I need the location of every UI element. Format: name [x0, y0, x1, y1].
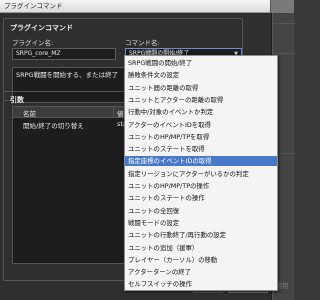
arguments-title: 引数: [10, 96, 24, 104]
window-edge: [270, 0, 294, 13]
dropdown-item[interactable]: ユニットのHP/MP/TPを取得: [125, 132, 277, 142]
plugin-name-value: SRPG_core_MZ: [16, 50, 61, 57]
group-title: プラグインコマンド: [10, 24, 73, 32]
arguments-table[interactable]: 名前 値 開始/終了の切り替え sta: [12, 106, 132, 264]
arg-name-cell: 開始/終了の切り替え: [23, 122, 84, 130]
column-divider: [113, 107, 114, 118]
dropdown-item[interactable]: アクターターンの終了: [125, 267, 277, 277]
dropdown-item[interactable]: ユニットのステートの操作: [125, 193, 277, 203]
column-header-name: 名前: [23, 110, 36, 118]
dropdown-item[interactable]: ユニットの全回復: [125, 206, 277, 216]
divider: [273, 53, 295, 54]
command-dropdown-list[interactable]: SRPG戦闘の開始/終了 勝敗条件文の設定 ユニット間の距離の取得 ユニットとアクター…: [124, 55, 278, 291]
dropdown-item[interactable]: ユニットの追加（援軍）: [125, 243, 277, 253]
plugin-name-select[interactable]: SRPG_core_MZ: [12, 48, 116, 60]
description-text: SRPG戦闘を開始する、または終了: [16, 71, 119, 79]
dropdown-item[interactable]: ユニットとアクターの距離の取得: [125, 95, 277, 105]
window-titlebar: プラグインコマンド: [0, 0, 294, 13]
dropdown-item[interactable]: ユニットのHP/MP/TPの操作: [125, 181, 277, 191]
column-header-value: 値: [117, 110, 124, 118]
window-title: プラグインコマンド: [4, 2, 63, 10]
dropdown-item[interactable]: 指定リージョンにアクターがいるかの判定: [125, 169, 277, 179]
dropdown-item[interactable]: ユニットの行動終了/再行動の設定: [125, 230, 277, 240]
dropdown-item[interactable]: セルフスイッチの操作: [125, 279, 277, 289]
dropdown-item[interactable]: アクターのイベントIDを取得: [125, 120, 277, 130]
dropdown-item[interactable]: SRPG戦闘の開始/終了: [125, 58, 277, 68]
divider: [273, 23, 295, 24]
dropdown-item[interactable]: プレイヤー（カーソル）の移動: [125, 255, 277, 265]
plugin-name-label: プラグイン名:: [12, 39, 54, 47]
table-row[interactable]: 開始/終了の切り替え sta: [13, 119, 131, 130]
dropdown-item[interactable]: 行動中/対象のイベントか判定: [125, 107, 277, 117]
command-name-label: コマンド名:: [125, 39, 160, 47]
dropdown-item-selected[interactable]: 指定座標のイベントIDの取得: [125, 156, 277, 167]
dropdown-item[interactable]: ユニットのステートを取得: [125, 144, 277, 154]
dropdown-item[interactable]: 戦闘モードの設定: [125, 218, 277, 228]
dropdown-item[interactable]: 勝敗条件文の設定: [125, 70, 277, 80]
arguments-header: 名前 値: [13, 107, 131, 118]
dropdown-item[interactable]: ユニット間の距離の取得: [125, 83, 277, 93]
